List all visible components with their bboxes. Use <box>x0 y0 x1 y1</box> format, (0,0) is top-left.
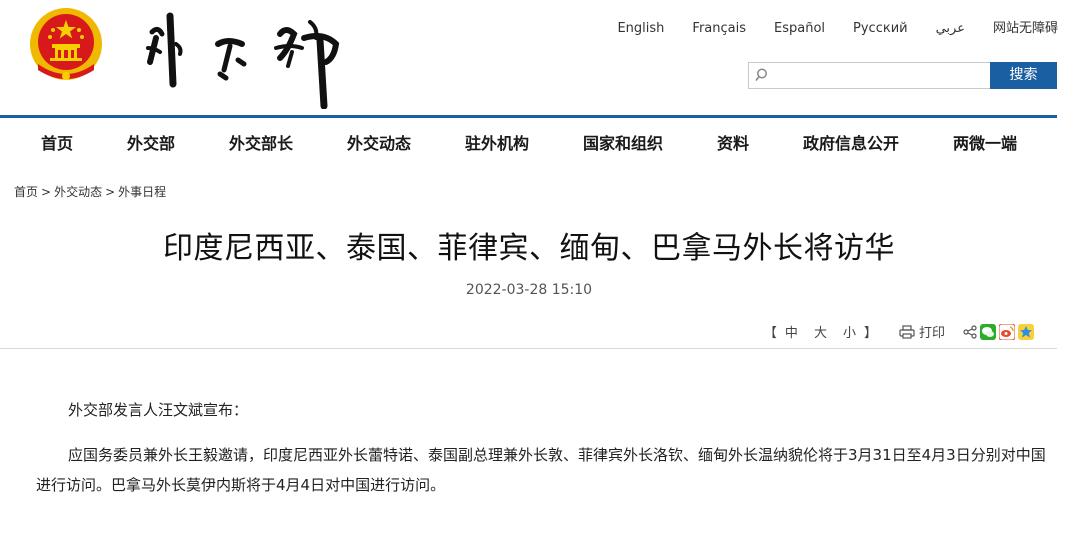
breadcrumb: 首页 > 外交动态 > 外事日程 <box>14 183 166 200</box>
lang-arabic-link[interactable]: عربي <box>936 20 965 38</box>
nav-item-home[interactable]: 首页 <box>41 130 73 154</box>
breadcrumb-news-link[interactable]: 外交动态 <box>54 185 102 199</box>
nav-item-ministry[interactable]: 外交部 <box>127 130 175 154</box>
font-size-close-bracket: 】 <box>863 326 877 341</box>
share-group <box>963 323 1034 340</box>
lang-english-link[interactable]: English <box>617 20 664 38</box>
nav-item-social-media[interactable]: 两微一端 <box>953 130 1017 154</box>
article-divider <box>0 348 1057 349</box>
breadcrumb-schedule-link[interactable]: 外事日程 <box>118 185 166 199</box>
article-paragraph: 外交部发言人汪文斌宣布： <box>68 401 249 419</box>
lang-french-link[interactable]: Français <box>692 20 746 38</box>
nav-item-government-info[interactable]: 政府信息公开 <box>803 130 899 154</box>
search-icon <box>755 68 767 81</box>
nav-item-minister[interactable]: 外交部长 <box>229 130 293 154</box>
language-switcher: English Français Español Русский عربي 网站… <box>617 20 1058 38</box>
lang-russian-link[interactable]: Русский <box>853 20 908 38</box>
national-emblem-icon[interactable] <box>28 4 104 84</box>
site-header: English Français Español Русский عربي 网站… <box>0 0 1080 115</box>
qzone-icon[interactable] <box>1018 323 1034 340</box>
font-size-large-button[interactable]: 大 <box>814 322 827 341</box>
article-title: 印度尼西亚、泰国、菲律宾、缅甸、巴拿马外长将访华 <box>163 231 895 266</box>
nav-item-countries-organizations[interactable]: 国家和组织 <box>583 130 663 154</box>
lang-spanish-link[interactable]: Español <box>774 20 825 38</box>
nav-item-diplomatic-news[interactable]: 外交动态 <box>347 130 411 154</box>
font-size-small-button[interactable]: 小 <box>843 322 856 341</box>
search-box <box>748 62 990 89</box>
breadcrumb-separator: > <box>105 185 116 199</box>
accessibility-link[interactable]: 网站无障碍 <box>993 20 1058 38</box>
weibo-icon[interactable] <box>999 323 1015 340</box>
font-size-open-bracket: 【 <box>763 326 777 341</box>
breadcrumb-home-link[interactable]: 首页 <box>14 185 38 199</box>
article-toolbar: 【 中 大 小 】 打印 <box>764 322 1034 341</box>
breadcrumb-separator: > <box>41 185 52 199</box>
share-icon[interactable] <box>963 324 977 339</box>
font-size-medium-button[interactable]: 中 <box>785 322 798 341</box>
main-nav: 首页 外交部 外交部长 外交动态 驻外机构 国家和组织 资料 政府信息公开 两微… <box>0 118 1080 162</box>
article-paragraph: 应国务委员兼外长王毅邀请，印度尼西亚外长蕾特诺、泰国副总理兼外长敦、菲律宾外长洛… <box>36 446 1046 494</box>
search-button[interactable]: 搜索 <box>990 62 1057 89</box>
print-icon <box>899 324 915 339</box>
article-date: 2022-03-28 15:10 <box>465 282 593 298</box>
ministry-calligraphy-logo[interactable] <box>140 4 350 109</box>
wechat-icon[interactable] <box>980 323 996 340</box>
print-button[interactable]: 打印 <box>899 322 945 341</box>
print-label: 打印 <box>918 326 945 341</box>
nav-item-materials[interactable]: 资料 <box>717 130 749 154</box>
search-input[interactable] <box>773 65 983 86</box>
nav-item-missions-abroad[interactable]: 驻外机构 <box>465 130 529 154</box>
